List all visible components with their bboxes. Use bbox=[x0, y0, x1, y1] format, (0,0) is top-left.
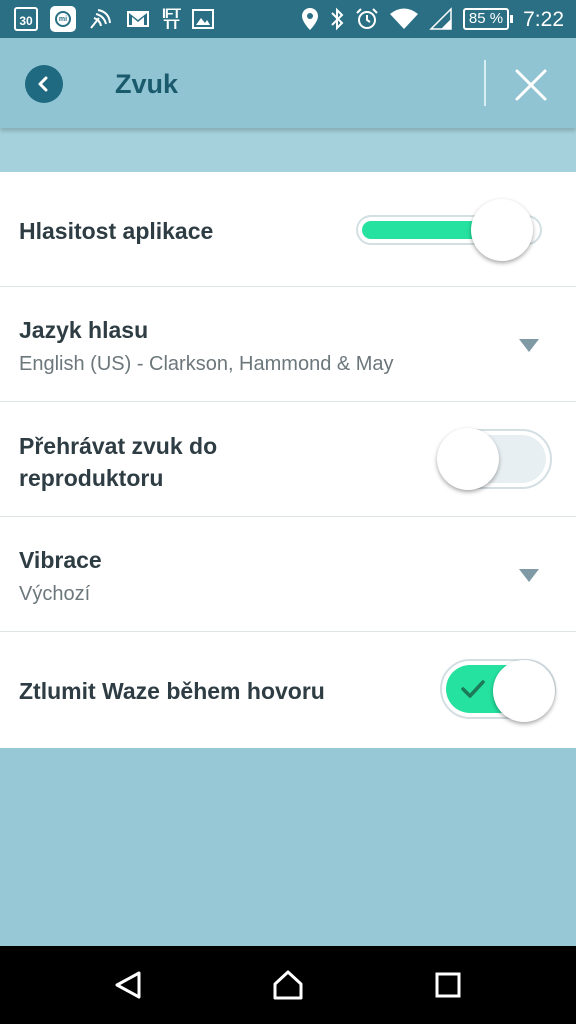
home-icon bbox=[273, 970, 303, 1000]
alarm-icon bbox=[355, 7, 379, 31]
mute-call-row: Ztlumit Waze během hovoru bbox=[0, 632, 576, 747]
check-icon bbox=[461, 680, 485, 698]
mute-call-toggle-knob[interactable] bbox=[493, 660, 555, 722]
calendar-icon: 30 bbox=[14, 7, 38, 31]
nav-recents-button[interactable] bbox=[431, 968, 465, 1002]
speaker-toggle-knob[interactable] bbox=[437, 428, 499, 490]
gallery-icon bbox=[192, 8, 214, 30]
mute-call-label: Ztlumit Waze během hovoru bbox=[19, 678, 325, 704]
close-icon bbox=[515, 69, 547, 101]
system-navigation-bar bbox=[0, 946, 576, 1024]
header-spacer bbox=[0, 128, 576, 172]
appbar-divider bbox=[484, 60, 486, 106]
volume-slider-handle[interactable] bbox=[471, 199, 533, 261]
back-button[interactable] bbox=[25, 65, 63, 103]
volume-label: Hlasitost aplikace bbox=[19, 218, 214, 244]
ifttt-icon: IFT TT bbox=[162, 5, 181, 32]
vibration-value: Výchozí bbox=[19, 583, 91, 605]
recents-icon bbox=[435, 972, 461, 998]
nav-home-button[interactable] bbox=[271, 968, 305, 1002]
signal-icon bbox=[429, 7, 453, 31]
mi-fit-label: mi bbox=[55, 11, 71, 27]
dropdown-arrow-icon bbox=[519, 569, 539, 582]
location-icon bbox=[301, 7, 319, 31]
app-bar: Zvuk bbox=[0, 38, 576, 128]
voice-language-row[interactable]: Jazyk hlasu English (US) - Clarkson, Ham… bbox=[0, 287, 576, 402]
chevron-left-icon bbox=[38, 76, 48, 92]
dropdown-arrow-icon bbox=[519, 339, 539, 352]
bluetooth-icon bbox=[329, 7, 345, 31]
voice-language-label: Jazyk hlasu bbox=[19, 317, 149, 343]
vibration-row[interactable]: Vibrace Výchozí bbox=[0, 517, 576, 632]
gmail-icon bbox=[126, 9, 150, 29]
page-title: Zvuk bbox=[115, 69, 179, 99]
speaker-label-line1: Přehrávat zvuk do bbox=[19, 433, 218, 459]
voice-language-value: English (US) - Clarkson, Hammond & May bbox=[19, 353, 394, 375]
status-bar: 30 mi IFT TT 85 % 7:22 bbox=[0, 0, 576, 38]
volume-row: Hlasitost aplikace bbox=[0, 172, 576, 287]
speaker-row: Přehrávat zvuk do reproduktoru bbox=[0, 402, 576, 517]
clock-time: 7:22 bbox=[523, 7, 564, 31]
battery-icon: 85 % bbox=[462, 8, 514, 30]
nav-back-button[interactable] bbox=[111, 968, 145, 1002]
close-button[interactable] bbox=[508, 62, 554, 108]
nfc-icon bbox=[88, 6, 114, 32]
speaker-label-line2: reproduktoru bbox=[19, 465, 164, 491]
back-triangle-icon bbox=[115, 971, 141, 999]
mi-fit-icon: mi bbox=[50, 6, 76, 32]
vibration-label: Vibrace bbox=[19, 547, 102, 573]
settings-card: Hlasitost aplikace Jazyk hlasu English (… bbox=[0, 172, 576, 748]
wifi-icon bbox=[389, 7, 419, 31]
battery-level: 85 % bbox=[462, 8, 510, 30]
